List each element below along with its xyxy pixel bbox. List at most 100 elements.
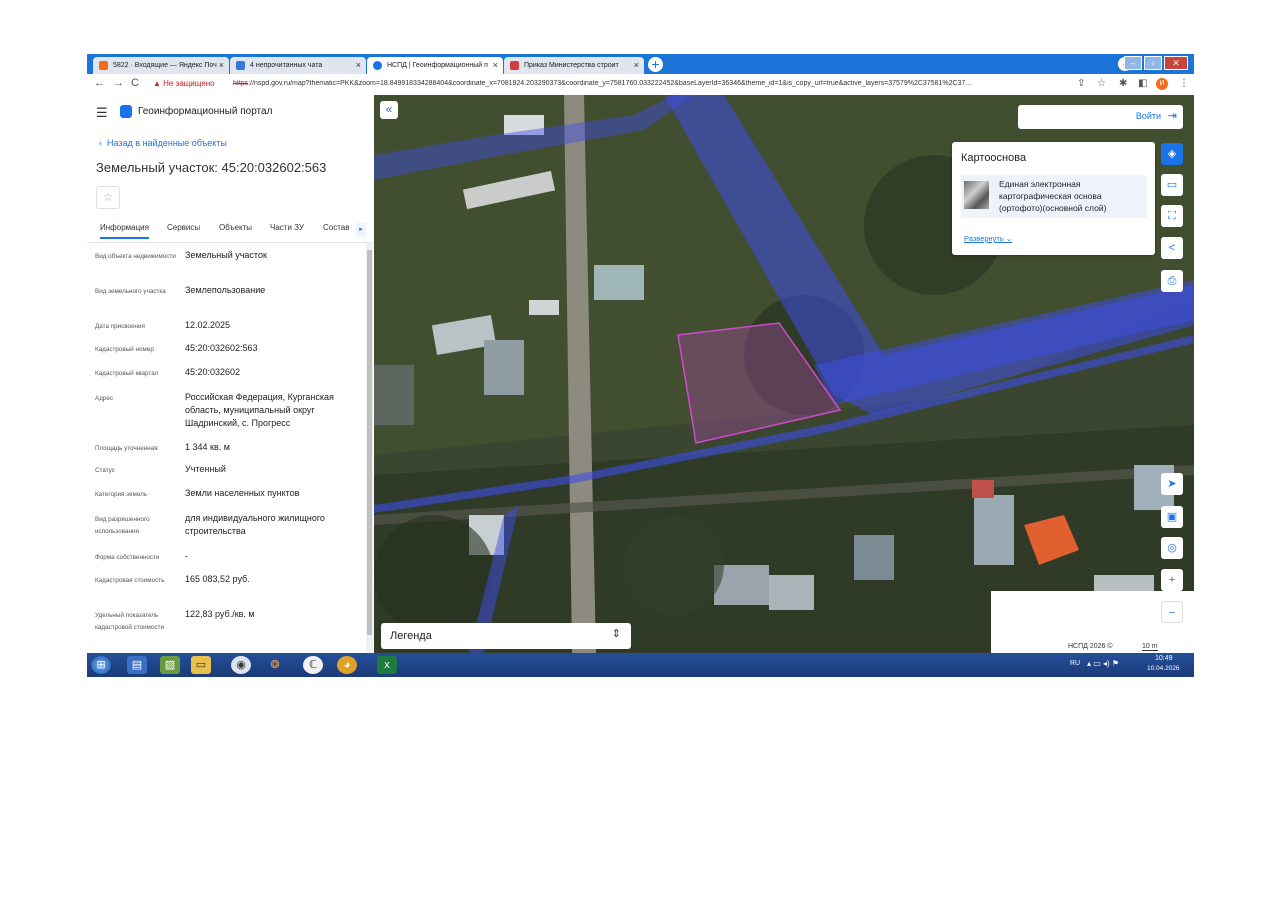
property-label: Удельный показатель кадастровой стоимост… xyxy=(95,612,165,631)
profile-avatar[interactable]: И xyxy=(1156,78,1168,90)
back-to-results-link[interactable]: ‹ Назад в найденные объекты xyxy=(99,138,227,148)
favorite-star-button[interactable]: ☆ xyxy=(96,186,120,209)
chat-icon xyxy=(236,61,245,70)
property-label: Вид земельного участка xyxy=(95,288,166,295)
property-value: 45:20:032602:563 xyxy=(185,343,258,353)
legend-dropdown[interactable]: Легенда ⇕ xyxy=(381,623,631,649)
printer-icon: ⎙ xyxy=(1167,275,1177,287)
expand-label: Развернуть xyxy=(964,234,1004,243)
image-viewer-icon[interactable]: ▨ xyxy=(160,656,180,674)
maximize-button[interactable]: ▫ xyxy=(1144,56,1162,70)
share-tool-button[interactable]: < xyxy=(1161,237,1183,259)
window-controls: – ▫ ✕ xyxy=(1124,56,1188,70)
object-info-panel: ☰ Геоинформационный портал ‹ Назад в най… xyxy=(87,95,374,653)
minimize-button[interactable]: – xyxy=(1124,56,1142,70)
close-icon[interactable]: × xyxy=(356,57,361,74)
tab-yandex-mail[interactable]: 5822 · Входящие — Яндекс Поч × xyxy=(93,57,229,74)
close-window-button[interactable]: ✕ xyxy=(1164,56,1188,70)
close-icon[interactable]: × xyxy=(219,57,224,74)
print-tool-button[interactable]: ⎙ xyxy=(1161,270,1183,292)
browser-tab-strip: 5822 · Входящие — Яндекс Поч × 4 непрочи… xyxy=(87,54,1194,74)
url-field[interactable]: https://nspd.gov.ru/map?thematic=PKK&zoo… xyxy=(233,80,1073,87)
language-indicator[interactable]: RU xyxy=(1070,660,1080,667)
start-button[interactable]: ⊞ xyxy=(91,656,111,674)
basemap-option[interactable]: Единая электронная картографическая осно… xyxy=(961,175,1147,218)
close-icon[interactable]: × xyxy=(634,57,639,74)
tab-services[interactable]: Сервисы xyxy=(167,223,200,232)
menu-dots-icon[interactable]: ⋮ xyxy=(1179,78,1189,89)
minimap-icon: ▣ xyxy=(1166,511,1178,523)
browser-icon[interactable]: ℂ xyxy=(303,656,323,674)
tab-order[interactable]: Приказ Министерства строит × xyxy=(504,57,644,74)
property-value: для индивидуального жилищного строительс… xyxy=(185,513,325,536)
media-icon[interactable]: ❂ xyxy=(265,656,285,674)
clock-date[interactable]: 10.04.2026 xyxy=(1147,665,1180,672)
close-icon[interactable]: × xyxy=(493,57,498,74)
share-icon: < xyxy=(1168,242,1176,254)
tabs-scroll-right-icon[interactable]: ▸ xyxy=(356,223,366,237)
bookmark-star-icon[interactable]: ☆ xyxy=(1097,78,1106,89)
insecure-warning[interactable]: ▲ Не защищено xyxy=(153,79,215,88)
chrome-icon[interactable]: ◕ xyxy=(337,656,357,674)
property-label: Вид разрешенного использования xyxy=(95,516,150,535)
explorer-icon[interactable]: ▤ xyxy=(127,656,147,674)
tab-objects[interactable]: Объекты xyxy=(219,223,252,232)
scrollbar-thumb[interactable] xyxy=(367,250,372,635)
tab-information[interactable]: Информация xyxy=(100,223,149,239)
layers-tool-button[interactable]: ◈ xyxy=(1161,143,1183,165)
property-label: Кадастровая стоимость xyxy=(95,577,165,584)
login-label[interactable]: Войти xyxy=(1136,111,1161,121)
folder-icon[interactable]: ▭ xyxy=(191,656,211,674)
forward-arrow-icon[interactable]: → xyxy=(113,77,124,89)
sidepanel-icon[interactable]: ◧ xyxy=(1138,78,1147,89)
clock-time[interactable]: 10:49 xyxy=(1155,655,1173,662)
tray-icons[interactable]: ▴ ▭ ◂) ⚑ xyxy=(1087,659,1119,668)
portal-title[interactable]: Геоинформационный портал xyxy=(138,106,272,117)
property-value: Земельный участок xyxy=(185,250,267,260)
navigation-arrow-icon: ➤ xyxy=(1167,478,1177,490)
measure-tool-button[interactable]: ▭ xyxy=(1161,174,1183,196)
collapse-panel-button[interactable]: « xyxy=(380,101,398,119)
tab-composition[interactable]: Состав xyxy=(323,223,350,232)
property-label: Категория земель xyxy=(95,491,148,498)
property-value: Земли населенных пунктов xyxy=(185,488,300,498)
address-bar: ← → C ▲ Не защищено https://nspd.gov.ru/… xyxy=(87,74,1194,96)
select-area-tool-button[interactable]: ⛶ xyxy=(1161,205,1183,227)
tab-title: Приказ Министерства строит xyxy=(524,62,619,69)
tab-title: 4 непрочитанных чата xyxy=(250,62,323,69)
document-icon xyxy=(510,61,519,70)
info-tabs: Информация Сервисы Объекты Части ЗУ Сост… xyxy=(87,216,374,243)
url-scheme: https xyxy=(233,80,249,87)
tab-nspd[interactable]: НСПД | Геоинформационный п × xyxy=(367,57,503,74)
zoom-in-button[interactable]: + xyxy=(1161,569,1183,591)
locate-button[interactable]: ➤ xyxy=(1161,473,1183,495)
property-label: Вид объекта недвижимости xyxy=(95,253,176,260)
new-tab-button[interactable]: + xyxy=(648,57,663,72)
scale-bar: 10 m xyxy=(1142,643,1158,651)
login-icon[interactable]: ⇥ xyxy=(1168,109,1177,122)
extensions-icon[interactable]: ✱ xyxy=(1119,78,1127,89)
basemap-card: Картооснова Единая электронная картограф… xyxy=(952,142,1155,255)
property-value: 165 083,52 руб. xyxy=(185,574,250,584)
basemap-expand-link[interactable]: Развернуть ⌄ xyxy=(964,234,1012,243)
tab-parts[interactable]: Части ЗУ xyxy=(270,223,304,232)
panel-scrollbar[interactable] xyxy=(366,243,373,653)
geolocation-button[interactable]: ◎ xyxy=(1161,537,1183,559)
minimap-button[interactable]: ▣ xyxy=(1161,506,1183,528)
map-view[interactable]: « Войти ⇥ Картооснова Единая электронная… xyxy=(374,95,1194,653)
app-icon[interactable]: ◉ xyxy=(231,656,251,674)
tab-messenger[interactable]: 4 непрочитанных чата × xyxy=(230,57,366,74)
property-value: Землепользование xyxy=(185,285,266,295)
login-bar[interactable]: Войти ⇥ xyxy=(1018,105,1183,129)
hamburger-menu-icon[interactable]: ☰ xyxy=(96,105,108,121)
back-arrow-icon[interactable]: ← xyxy=(94,77,105,89)
reload-icon[interactable]: C xyxy=(131,77,139,89)
excel-icon[interactable]: x xyxy=(377,656,397,674)
chevron-left-icon: ‹ xyxy=(99,138,102,148)
property-value: - xyxy=(185,551,188,561)
property-label: Площадь уточненная xyxy=(95,445,158,452)
orthophoto-thumbnail xyxy=(964,181,989,209)
share-icon[interactable]: ⇪ xyxy=(1077,78,1085,89)
zoom-out-button[interactable]: − xyxy=(1161,601,1183,623)
nspd-icon xyxy=(373,61,382,70)
